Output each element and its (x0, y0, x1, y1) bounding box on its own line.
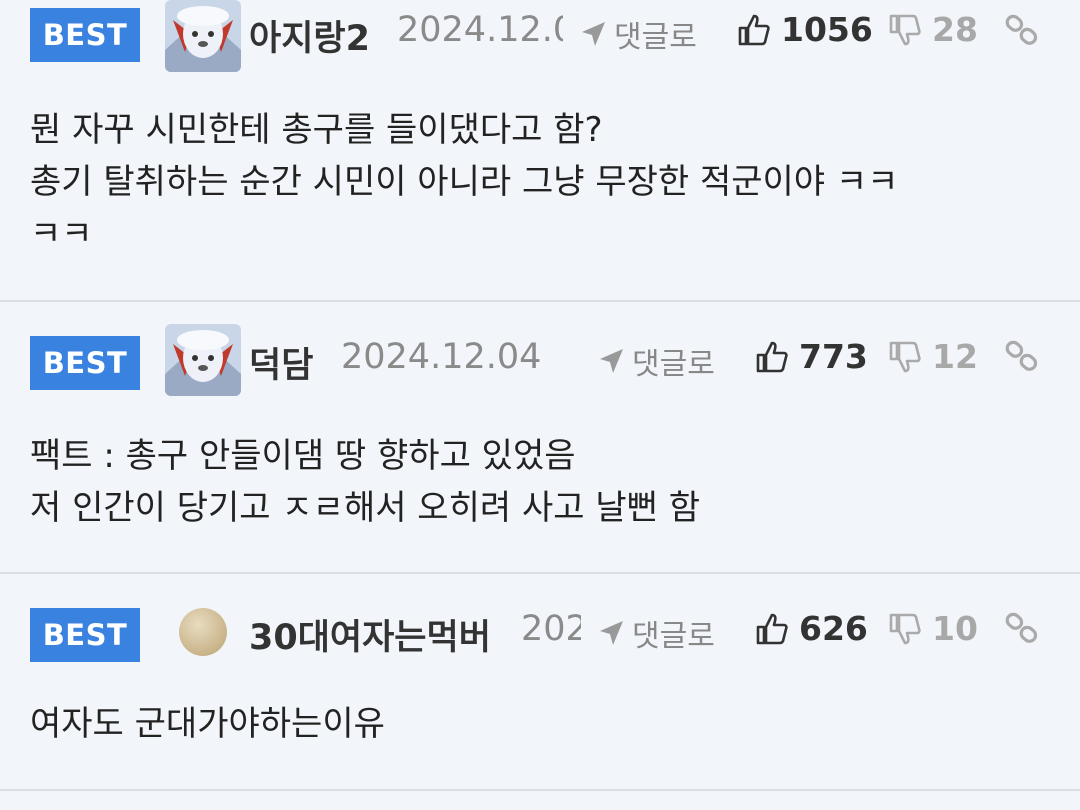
nickname[interactable]: 30대여자는먹버 (249, 609, 491, 660)
dislike-button[interactable]: 28 (888, 10, 978, 49)
comment-item: BEST 아지랑2 2024.12.0 댓글로 1056 28 뭔 자꾸 시민한… (0, 0, 1080, 302)
comment-line: ㅋㅋ (30, 214, 93, 254)
like-count: 773 (799, 337, 868, 376)
user-avatar[interactable] (179, 608, 227, 656)
like-button[interactable]: 626 (755, 609, 868, 648)
thumbs-down-icon (889, 341, 921, 372)
comment-line: 팩트 : 총구 안들이댐 땅 향하고 있었음 (30, 436, 576, 476)
best-badge: BEST (30, 608, 140, 662)
like-count: 626 (799, 609, 868, 648)
thumbs-up-icon (756, 341, 788, 372)
comment-header: BEST 30대여자는먹버 202 댓글로 626 10 (0, 574, 1080, 674)
dislike-count: 28 (932, 10, 978, 49)
reply-label: 댓글로 (632, 619, 715, 654)
reply-button[interactable]: 댓글로 (578, 12, 697, 56)
comment-body: 팩트 : 총구 안들이댐 땅 향하고 있었음 저 인간이 당기고 ㅈㄹ해서 오히… (30, 430, 1050, 534)
comment-header: BEST 아지랑2 2024.12.0 댓글로 1056 28 (0, 0, 1080, 100)
like-button[interactable]: 1056 (737, 10, 873, 49)
reply-label: 댓글로 (614, 20, 697, 55)
send-arrow-icon (600, 621, 623, 645)
best-badge: BEST (30, 336, 140, 390)
link-icon[interactable] (1004, 338, 1040, 374)
comment-item (0, 791, 1080, 810)
dislike-count: 10 (932, 609, 978, 648)
thumbs-down-icon (889, 613, 921, 644)
comment-item: BEST 덕담 2024.12.04 댓글로 773 12 팩트: 총구 안들… (0, 302, 1080, 574)
dislike-button[interactable]: 10 (888, 609, 978, 648)
comment-line: 총기 탈취하는 순간 시민이 아니라 그냥 무장한 적군이야 ㅋㅋ (30, 162, 899, 202)
comment-body: 여자도 군대가야하는이유 (30, 698, 1050, 750)
comment-line: 여자도 군대가야하는이유 (30, 704, 385, 744)
dislike-count: 12 (932, 337, 978, 376)
user-avatar[interactable] (165, 324, 241, 396)
nickname[interactable]: 덕담 (249, 337, 313, 388)
thumbs-up-icon (738, 14, 770, 45)
thumbs-up-icon (756, 613, 788, 644)
reply-button[interactable]: 댓글로 (596, 339, 715, 383)
comment-body: 뭔 자꾸 시민한테 총구를 들이댔다고 함? 총기 탈취하는 순간 시민이 아니… (30, 104, 1050, 260)
dislike-button[interactable]: 12 (888, 337, 978, 376)
comment-item: BEST 30대여자는먹버 202 댓글로 626 10 여자도 군대가야하는이… (0, 574, 1080, 791)
reply-label: 댓글로 (632, 347, 715, 382)
link-icon[interactable] (1004, 610, 1040, 646)
comment-line: 뭔 자꾸 시민한테 총구를 들이댔다고 함? (30, 110, 603, 150)
nickname[interactable]: 아지랑2 (249, 10, 370, 61)
thumbs-down-icon (889, 14, 921, 45)
comment-header: BEST 덕담 2024.12.04 댓글로 773 12 (0, 302, 1080, 402)
comment-line: 저 인간이 당기고 ㅈㄹ해서 오히려 사고 날뻔 함 (30, 488, 700, 528)
like-button[interactable]: 773 (755, 337, 868, 376)
send-arrow-icon (600, 349, 623, 373)
like-count: 1056 (781, 10, 873, 49)
send-arrow-icon (582, 22, 605, 46)
user-avatar[interactable] (165, 0, 241, 72)
link-icon[interactable] (1004, 12, 1040, 48)
comment-date: 202 (521, 609, 581, 649)
comment-date: 2024.12.0 (397, 10, 563, 50)
comment-date: 2024.12.04 (341, 337, 542, 377)
best-badge: BEST (30, 8, 140, 62)
reply-button[interactable]: 댓글로 (596, 611, 715, 655)
